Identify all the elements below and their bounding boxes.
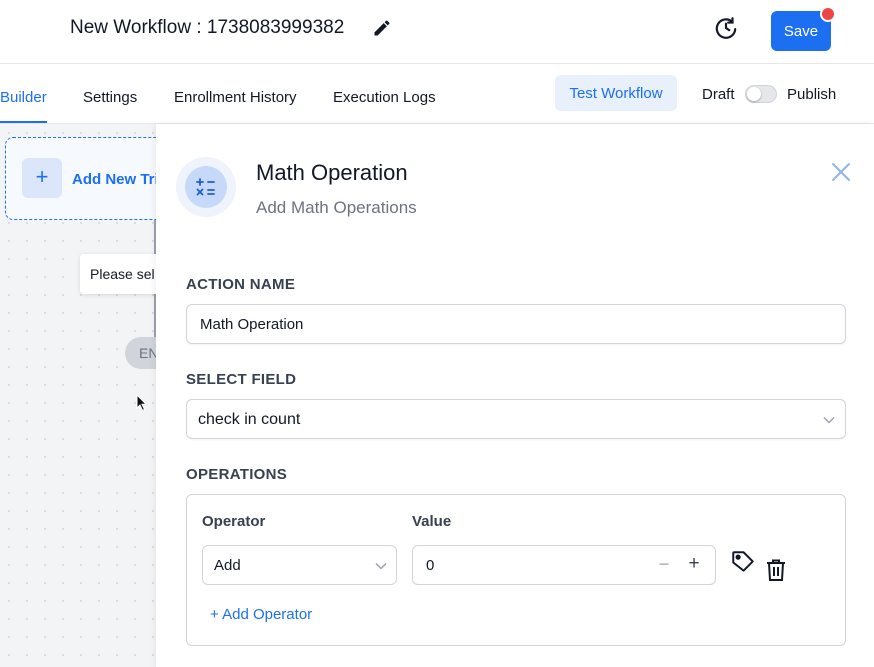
tabs-bar: Builder Settings Enrollment History Exec… bbox=[0, 64, 874, 124]
select-field-label: SELECT FIELD bbox=[186, 371, 297, 388]
add-trigger-card[interactable]: + Add New Tri bbox=[5, 137, 160, 220]
header-bar: New Workflow : 1738083999382 Save bbox=[0, 0, 874, 64]
panel-subtitle: Add Math Operations bbox=[256, 198, 417, 217]
value-input-text[interactable]: 0 bbox=[426, 557, 434, 574]
operator-column-label: Operator bbox=[202, 513, 266, 530]
mouse-cursor-icon bbox=[136, 394, 148, 412]
draft-label: Draft bbox=[702, 86, 735, 103]
close-icon[interactable] bbox=[830, 161, 852, 183]
publish-toggle[interactable] bbox=[745, 85, 777, 103]
active-tab-indicator bbox=[0, 121, 47, 123]
math-icon-badge bbox=[176, 157, 236, 217]
panel-title: Math Operation bbox=[256, 160, 408, 185]
value-column-label: Value bbox=[412, 513, 452, 530]
hint-tooltip: Please sel bbox=[80, 254, 160, 294]
operator-select[interactable]: Add bbox=[202, 545, 397, 585]
tab-builder[interactable]: Builder bbox=[0, 89, 47, 106]
select-field-dropdown[interactable]: check in count bbox=[186, 399, 846, 439]
chevron-down-icon bbox=[823, 416, 835, 424]
select-field-value: check in count bbox=[198, 411, 301, 428]
notification-dot bbox=[820, 6, 836, 22]
chevron-down-icon bbox=[375, 562, 387, 570]
workflow-title: New Workflow : 1738083999382 bbox=[70, 17, 345, 38]
plus-icon: + bbox=[22, 158, 62, 198]
decrement-button[interactable]: − bbox=[655, 554, 673, 576]
operations-box: Operator Value Add 0 − + + Add Operator bbox=[186, 494, 846, 646]
tab-enrollment-history[interactable]: Enrollment History bbox=[174, 89, 297, 106]
tag-icon[interactable] bbox=[730, 549, 756, 575]
add-trigger-label: Add New Tri bbox=[72, 171, 159, 188]
increment-button[interactable]: + bbox=[685, 553, 703, 575]
operations-label: OPERATIONS bbox=[186, 466, 288, 483]
action-name-label: ACTION NAME bbox=[186, 276, 296, 293]
add-operator-link[interactable]: + Add Operator bbox=[210, 606, 312, 623]
math-icon-circle bbox=[185, 166, 227, 208]
end-node[interactable]: EN bbox=[125, 337, 160, 369]
test-workflow-button[interactable]: Test Workflow bbox=[555, 75, 677, 111]
history-icon[interactable] bbox=[713, 15, 739, 41]
tab-execution-logs[interactable]: Execution Logs bbox=[333, 89, 436, 106]
tab-settings[interactable]: Settings bbox=[83, 89, 137, 106]
action-name-input[interactable] bbox=[186, 304, 846, 344]
action-panel: Math Operation Add Math Operations ACTIO… bbox=[156, 124, 874, 667]
trash-icon[interactable] bbox=[765, 558, 787, 582]
calculator-icon bbox=[196, 178, 215, 196]
publish-label: Publish bbox=[787, 86, 837, 103]
toggle-knob bbox=[747, 87, 761, 101]
workflow-canvas[interactable]: + Add New Tri Please sel EN bbox=[0, 124, 160, 667]
pencil-icon[interactable] bbox=[372, 18, 392, 38]
value-stepper[interactable]: 0 − + bbox=[412, 545, 716, 585]
operator-select-value: Add bbox=[214, 557, 241, 574]
